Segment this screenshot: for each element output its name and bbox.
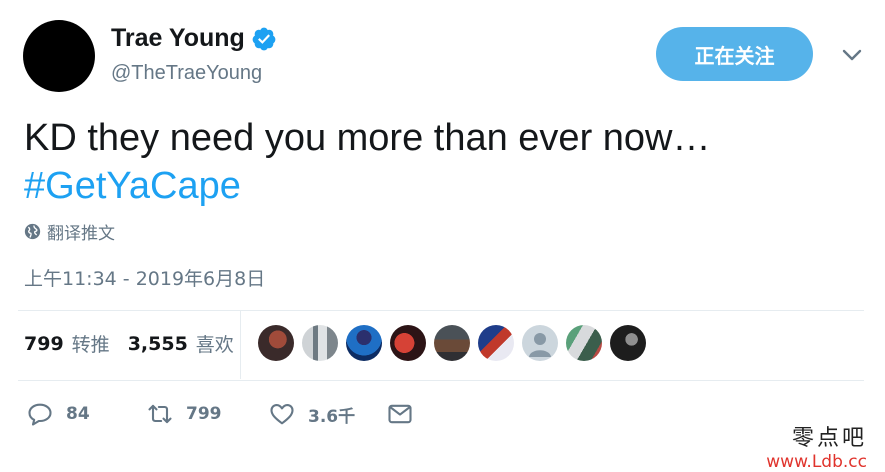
- likes-stat[interactable]: 3,555 喜欢: [128, 330, 234, 357]
- site-watermark: 零点吧 www.Ldb.cc: [766, 420, 867, 472]
- liker-avatar[interactable]: [302, 325, 338, 361]
- like-action[interactable]: 3.6千: [268, 400, 386, 428]
- tweet-actions: 84 799 3.6千: [26, 400, 414, 428]
- author-handle[interactable]: @TheTraeYoung: [111, 62, 262, 85]
- tweet-timestamp[interactable]: 上午11:34 - 2019年6月8日: [24, 264, 265, 291]
- retweets-count: 799: [24, 332, 64, 355]
- reply-action[interactable]: 84: [26, 400, 146, 428]
- globe-icon: [24, 223, 41, 240]
- liker-avatar-default[interactable]: [522, 325, 558, 361]
- likes-count: 3,555: [127, 332, 188, 355]
- liker-avatar[interactable]: [390, 325, 426, 361]
- liker-avatar[interactable]: [566, 325, 602, 361]
- stats-separator: [240, 311, 241, 379]
- author-name-row: Trae Young: [111, 24, 277, 53]
- retweet-count: 799: [186, 404, 222, 424]
- watermark-title: 零点吧: [791, 426, 867, 451]
- watermark-url: www.Ldb.cc: [766, 452, 867, 472]
- reply-count: 84: [66, 404, 90, 424]
- chevron-down-icon[interactable]: [838, 44, 866, 66]
- liker-avatar[interactable]: [434, 325, 470, 361]
- likers-avatars: [258, 325, 646, 361]
- default-user-icon: [529, 333, 551, 357]
- heart-icon: [270, 403, 294, 425]
- envelope-icon: [388, 404, 412, 424]
- liker-avatar[interactable]: [478, 325, 514, 361]
- author-avatar[interactable]: [23, 20, 95, 92]
- tweet-hashtag-link[interactable]: #GetYaCape: [24, 162, 711, 210]
- divider-bottom: [18, 380, 864, 381]
- retweets-label: 转推: [71, 334, 110, 356]
- divider-top: [18, 310, 864, 311]
- like-count: 3.6千: [308, 406, 356, 427]
- liker-avatar[interactable]: [346, 325, 382, 361]
- following-button[interactable]: 正在关注: [656, 27, 813, 81]
- author-name[interactable]: Trae Young: [111, 24, 245, 53]
- retweets-stat[interactable]: 799 转推: [24, 330, 110, 357]
- verified-badge-icon: [252, 27, 276, 50]
- reply-icon: [28, 403, 52, 426]
- translate-label: 翻译推文: [47, 224, 115, 244]
- tweet-stats: 799 转推 3,555 喜欢: [24, 330, 234, 357]
- liker-avatar[interactable]: [258, 325, 294, 361]
- retweet-action[interactable]: 799: [146, 400, 268, 428]
- tweet-text: KD they need you more than ever now… #Ge…: [24, 114, 711, 210]
- direct-message-action[interactable]: [386, 400, 414, 428]
- translate-tweet-link[interactable]: 翻译推文: [24, 219, 115, 244]
- tweet-body: KD they need you more than ever now…: [24, 117, 711, 159]
- likes-label: 喜欢: [195, 334, 234, 356]
- liker-avatar[interactable]: [610, 325, 646, 361]
- retweet-icon: [148, 404, 172, 424]
